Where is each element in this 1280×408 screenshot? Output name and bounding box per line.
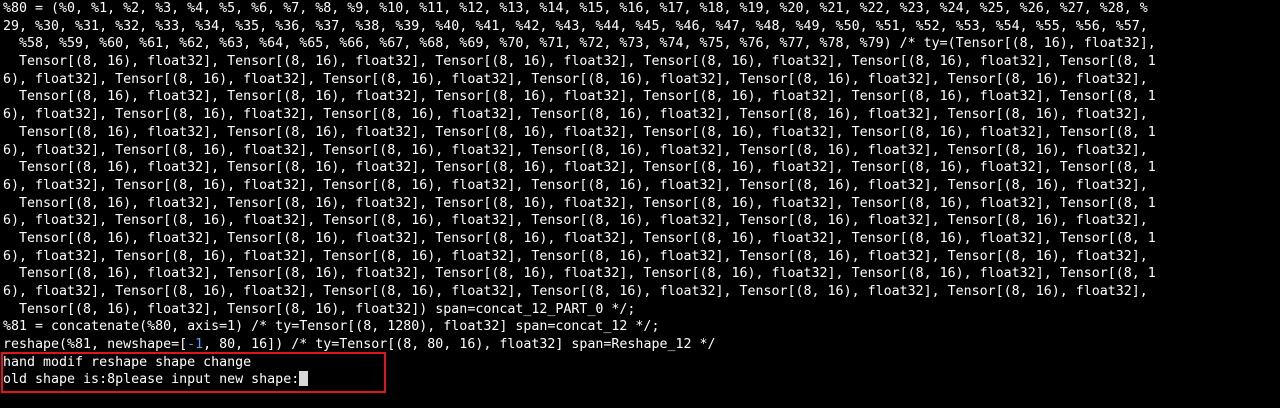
output-line: Tensor[(8, 16), float32], Tensor[(8, 16)… bbox=[3, 160, 1156, 176]
output-line: 6), float32], Tensor[(8, 16), float32], … bbox=[3, 213, 1148, 229]
output-line: Tensor[(8, 16), float32], Tensor[(8, 16)… bbox=[3, 195, 1156, 211]
output-line: Tensor[(8, 16), float32], Tensor[(8, 16)… bbox=[3, 89, 1156, 105]
reshape-text-after: , 80, 16]) /* ty=Tensor[(8, 80, 16), flo… bbox=[203, 337, 716, 353]
input-prompt-text: old shape is:8please input new shape: bbox=[3, 372, 300, 388]
reshape-text-before: reshape(%81, newshape=[ bbox=[3, 337, 188, 353]
output-line: 6), float32], Tensor[(8, 16), float32], … bbox=[3, 284, 1148, 299]
output-line: Tensor[(8, 16), float32], Tensor[(8, 16)… bbox=[3, 124, 1156, 140]
output-line: Tensor[(8, 16), float32], Tensor[(8, 16)… bbox=[3, 230, 1156, 246]
output-line: 6), float32], Tensor[(8, 16), float32], … bbox=[3, 248, 1148, 264]
output-line: Tensor[(8, 16), float32], Tensor[(8, 16)… bbox=[3, 54, 1156, 70]
reshape-line: reshape(%81, newshape=[-1, 80, 16]) /* t… bbox=[3, 336, 1280, 354]
reshape-negative-value: -1 bbox=[187, 337, 204, 353]
output-line: %81 = concatenate(%80, axis=1) /* ty=Ten… bbox=[3, 319, 660, 335]
output-line: 6), float32], Tensor[(8, 16), float32], … bbox=[3, 142, 1148, 158]
output-line: 6), float32], Tensor[(8, 16), float32], … bbox=[3, 177, 1148, 193]
output-line: Tensor[(8, 16), float32], Tensor[(8, 16)… bbox=[3, 301, 636, 317]
prompt-message: hand modif reshape shape change bbox=[3, 354, 252, 370]
output-line: Tensor[(8, 16), float32], Tensor[(8, 16)… bbox=[3, 266, 1156, 282]
terminal-window[interactable]: %80 = (%0, %1, %2, %3, %4, %5, %6, %7, %… bbox=[0, 0, 1280, 408]
text-cursor[interactable] bbox=[299, 371, 309, 387]
output-line: 6), float32], Tensor[(8, 16), float32], … bbox=[3, 71, 1148, 87]
output-line: %80 = (%0, %1, %2, %3, %4, %5, %6, %7, %… bbox=[3, 1, 1148, 16]
output-line: 6), float32], Tensor[(8, 16), float32], … bbox=[3, 107, 1148, 123]
output-line: 29, %30, %31, %32, %33, %34, %35, %36, %… bbox=[3, 18, 1148, 34]
output-line: %58, %59, %60, %61, %62, %63, %64, %65, … bbox=[3, 36, 1156, 52]
input-prompt-line[interactable]: old shape is:8please input new shape: bbox=[3, 371, 1280, 389]
